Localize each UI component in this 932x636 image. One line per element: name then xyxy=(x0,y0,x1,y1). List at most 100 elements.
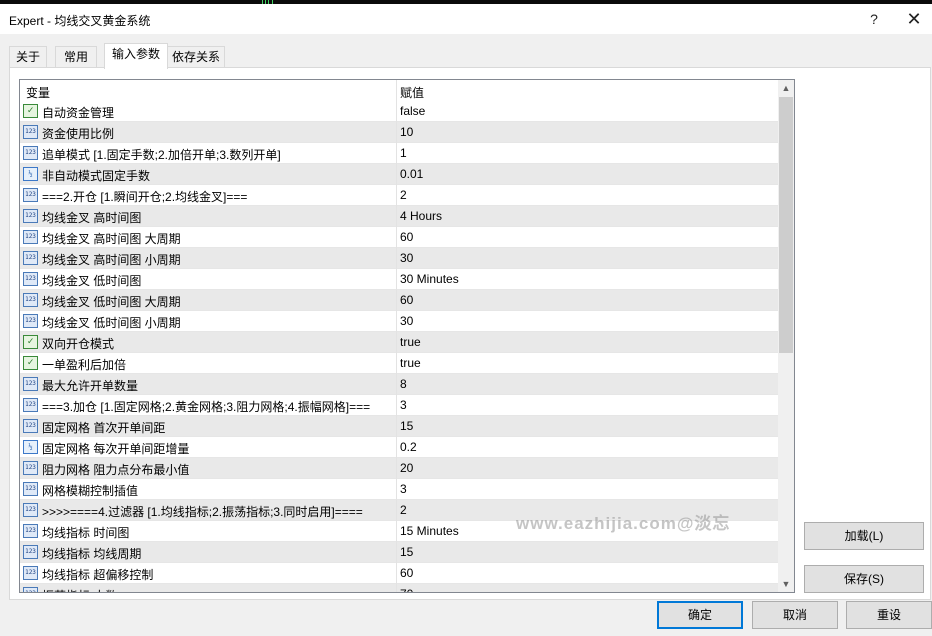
int-type-icon: 123 xyxy=(23,482,38,496)
help-button[interactable]: ? xyxy=(854,6,894,32)
table-row[interactable]: 123 资金使用比例 10 xyxy=(20,122,778,143)
table-row[interactable]: 123 均线金叉 高时间图 大周期 60 xyxy=(20,227,778,248)
variable-value[interactable]: 3 xyxy=(400,398,407,412)
column-header-value[interactable]: 赋值 xyxy=(400,84,424,101)
variable-value[interactable]: true xyxy=(400,356,421,370)
int-type-icon: 123 xyxy=(23,272,38,286)
table-row[interactable]: ✓ 自动资金管理 false xyxy=(20,101,778,122)
table-row[interactable]: ½ 固定网格 每次开单间距增量 0.2 xyxy=(20,437,778,458)
int-type-icon: 123 xyxy=(23,125,38,139)
reset-button[interactable]: 重设 xyxy=(846,601,932,629)
int-type-icon: 123 xyxy=(23,188,38,202)
vertical-scrollbar[interactable]: ▲ ▼ xyxy=(778,80,794,592)
variable-name: 非自动模式固定手数 xyxy=(42,169,151,183)
variable-name: 固定网格 首次开单间距 xyxy=(42,421,166,435)
table-row[interactable]: 123 ===3.加仓 [1.固定网格;2.黄金网格;3.阻力网格;4.振幅网格]… xyxy=(20,395,778,416)
double-type-icon: ½ xyxy=(23,167,38,181)
variable-value[interactable]: 3 xyxy=(400,482,407,496)
watermark: www.eazhijia.com@淡忘 xyxy=(516,514,731,533)
int-type-icon: 123 xyxy=(23,146,38,160)
variable-value[interactable]: 60 xyxy=(400,293,413,307)
table-row[interactable]: 123 均线金叉 低时间图 大周期 60 xyxy=(20,290,778,311)
scroll-up-icon[interactable]: ▲ xyxy=(778,80,794,96)
cancel-button[interactable]: 取消 xyxy=(752,601,838,629)
variable-value[interactable]: 15 Minutes xyxy=(400,524,459,538)
ok-button[interactable]: 确定 xyxy=(657,601,743,629)
variable-name: 振荡指标 大数 xyxy=(42,587,117,592)
variable-name: 阻力网格 阻力点分布最小值 xyxy=(42,463,190,477)
column-divider xyxy=(396,80,397,592)
grid-header: 变量 赋值 xyxy=(20,80,778,101)
table-row[interactable]: 123 均线指标 超偏移控制 60 xyxy=(20,563,778,584)
variable-name: 均线金叉 低时间图 大周期 xyxy=(42,295,181,309)
variable-value[interactable]: 30 xyxy=(400,251,413,265)
tab-about[interactable]: 关于 xyxy=(9,46,47,68)
variable-value[interactable]: 4 Hours xyxy=(400,209,442,223)
column-header-variable[interactable]: 变量 xyxy=(26,84,50,101)
variable-name: 一单盈利后加倍 xyxy=(42,358,127,372)
variable-value[interactable]: true xyxy=(400,335,421,349)
variable-value[interactable]: 2 xyxy=(400,503,407,517)
int-type-icon: 123 xyxy=(23,419,38,433)
variable-value[interactable]: 0.2 xyxy=(400,440,417,454)
variable-value[interactable]: 15 xyxy=(400,419,413,433)
table-row[interactable]: 123 固定网格 首次开单间距 15 xyxy=(20,416,778,437)
variable-value[interactable]: 60 xyxy=(400,566,413,580)
variable-name: >>>>====4.过滤器 [1.均线指标;2.振荡指标;3.同时启用]==== xyxy=(42,505,363,519)
variable-value[interactable]: 2 xyxy=(400,188,407,202)
table-row[interactable]: 123 均线金叉 低时间图 30 Minutes xyxy=(20,269,778,290)
table-row[interactable]: 123 阻力网格 阻力点分布最小值 20 xyxy=(20,458,778,479)
int-type-icon: 123 xyxy=(23,293,38,307)
int-type-icon: 123 xyxy=(23,377,38,391)
variable-value[interactable]: 30 xyxy=(400,314,413,328)
table-row[interactable]: 123 振荡指标 大数 70 xyxy=(20,584,778,592)
table-row[interactable]: 123 最大允许开单数量 8 xyxy=(20,374,778,395)
variable-name: 均线金叉 低时间图 小周期 xyxy=(42,316,181,330)
table-row[interactable]: ✓ 双向开仓模式 true xyxy=(20,332,778,353)
tab-dependencies[interactable]: 依存关系 xyxy=(167,46,225,68)
variable-value[interactable]: 8 xyxy=(400,377,407,391)
close-button[interactable]: ✕ xyxy=(894,6,932,32)
save-button[interactable]: 保存(S) xyxy=(804,565,924,593)
load-button[interactable]: 加载(L) xyxy=(804,522,924,550)
int-type-icon: 123 xyxy=(23,314,38,328)
tab-inputs[interactable]: 输入参数 xyxy=(104,43,168,69)
variable-value[interactable]: 1 xyxy=(400,146,407,160)
table-row[interactable]: 123 ===2.开仓 [1.瞬间开仓;2.均线金叉]=== 2 xyxy=(20,185,778,206)
tab-common[interactable]: 常用 xyxy=(55,46,97,68)
scroll-down-icon[interactable]: ▼ xyxy=(778,576,794,592)
table-row[interactable]: 123 均线指标 均线周期 15 xyxy=(20,542,778,563)
variable-name: 网格模糊控制插值 xyxy=(42,484,139,498)
variable-name: 均线金叉 低时间图 xyxy=(42,274,142,288)
int-type-icon: 123 xyxy=(23,545,38,559)
int-type-icon: 123 xyxy=(23,503,38,517)
variable-value[interactable]: 60 xyxy=(400,230,413,244)
table-row[interactable]: 123 追单模式 [1.固定手数;2.加倍开单;3.数列开单] 1 xyxy=(20,143,778,164)
title-bar: Expert - 均线交叉黄金系统 ? ✕ xyxy=(0,4,932,34)
variable-value[interactable]: 0.01 xyxy=(400,167,423,181)
window-title: Expert - 均线交叉黄金系统 xyxy=(9,14,151,28)
bool-type-icon: ✓ xyxy=(23,104,38,118)
table-row[interactable]: 123 网格模糊控制插值 3 xyxy=(20,479,778,500)
table-row[interactable]: 123 均线金叉 低时间图 小周期 30 xyxy=(20,311,778,332)
variable-name: 双向开仓模式 xyxy=(42,337,115,351)
variable-name: 均线金叉 高时间图 小周期 xyxy=(42,253,181,267)
table-row[interactable]: 123 均线金叉 高时间图 4 Hours xyxy=(20,206,778,227)
tab-bar: 关于 常用 输入参数 依存关系 xyxy=(0,40,932,69)
variable-value[interactable]: false xyxy=(400,104,425,118)
variable-value[interactable]: 10 xyxy=(400,125,413,139)
variable-name: 追单模式 [1.固定手数;2.加倍开单;3.数列开单] xyxy=(42,148,281,162)
variable-value[interactable]: 15 xyxy=(400,545,413,559)
variable-name: 自动资金管理 xyxy=(42,106,115,120)
int-type-icon: 123 xyxy=(23,524,38,538)
variable-value[interactable]: 20 xyxy=(400,461,413,475)
variable-value[interactable]: 70 xyxy=(400,587,413,592)
variable-name: ===2.开仓 [1.瞬间开仓;2.均线金叉]=== xyxy=(42,190,248,204)
int-type-icon: 123 xyxy=(23,209,38,223)
variable-name: 资金使用比例 xyxy=(42,127,115,141)
variable-value[interactable]: 30 Minutes xyxy=(400,272,459,286)
table-row[interactable]: 123 均线金叉 高时间图 小周期 30 xyxy=(20,248,778,269)
table-row[interactable]: ½ 非自动模式固定手数 0.01 xyxy=(20,164,778,185)
scroll-thumb[interactable] xyxy=(779,97,793,353)
table-row[interactable]: ✓ 一单盈利后加倍 true xyxy=(20,353,778,374)
